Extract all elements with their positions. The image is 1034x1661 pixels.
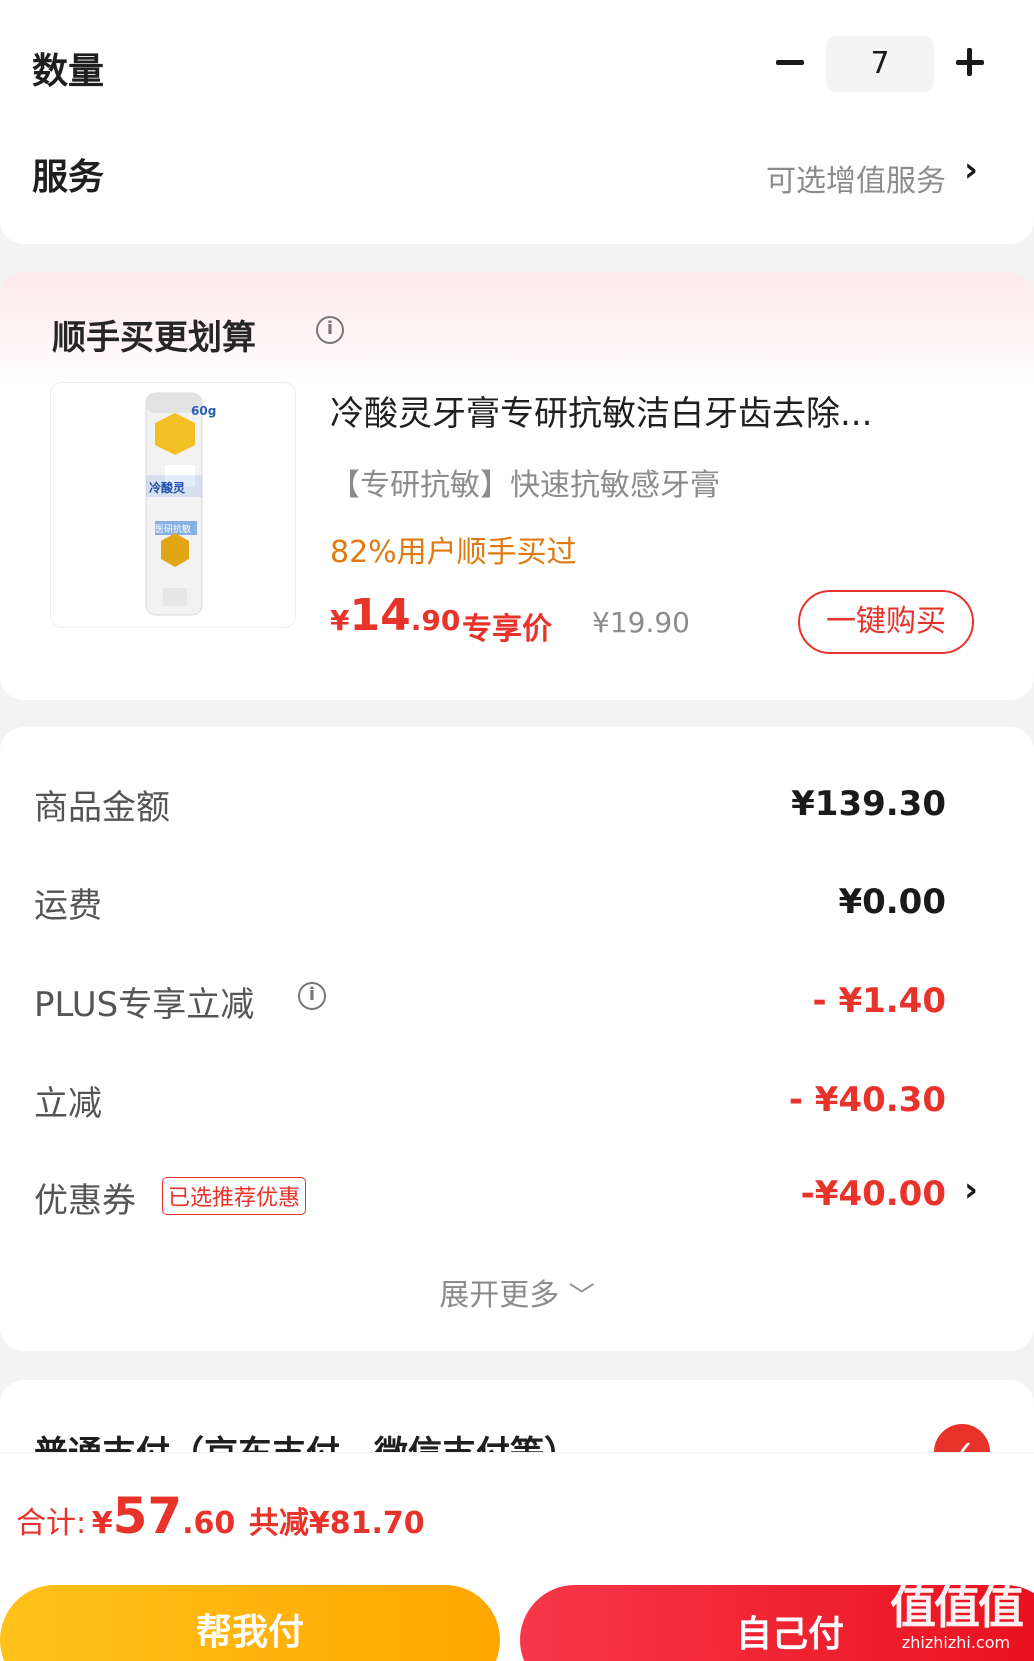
expand-more-label: 展开更多 [439, 1278, 560, 1313]
instant-discount-value: - ¥40.30 [788, 1080, 946, 1120]
service-label: 服务 [32, 157, 105, 198]
product-subtitle: 【专研抗敏】快速抗敏感牙膏 [330, 468, 720, 503]
info-icon[interactable]: i [316, 316, 344, 344]
watermark-logo: 值值值 [890, 1580, 1024, 1634]
checkout-bar: 合计: ¥57.60 共减¥81.70 帮我付 自己付 值值值 zhizhizh… [0, 1452, 1034, 1661]
product-name[interactable]: 冷酸灵牙膏专研抗敏洁白牙齿去除... [330, 386, 960, 435]
tube-capacity-text: 60g [191, 404, 216, 418]
goods-amount-label: 商品金额 [34, 788, 170, 828]
chevron-right-icon[interactable]: › [964, 150, 978, 190]
quantity-service-card: 数量 7 服务 可选增值服务 › [0, 0, 1034, 244]
coupon-tag: 已选推荐优惠 [162, 1177, 307, 1215]
watermark-url: zhizhizhi.com [901, 1633, 1011, 1652]
coupon-value[interactable]: -¥40.00 [801, 1174, 946, 1214]
price-decimal: .90 [410, 604, 461, 637]
coupon-label: 优惠券 [34, 1181, 136, 1221]
total-decimal: .60 [182, 1506, 236, 1541]
toothpaste-tube-illustration: 60g 冷酸灵 医研抗敏 [145, 392, 216, 616]
tube-line-text: 医研抗敏 [155, 523, 191, 535]
total-integer: 57 [112, 1487, 183, 1545]
price-symbol: ¥ [330, 604, 350, 637]
price-integer: 14 [349, 590, 411, 641]
plus-icon[interactable] [950, 42, 990, 82]
one-click-buy-button[interactable]: 一键购买 [798, 590, 974, 654]
shipping-value: ¥0.00 [838, 882, 946, 922]
watermark: 值值值 zhizhizhi.com [880, 1571, 1032, 1661]
addon-title: 顺手买更划算 [52, 318, 256, 358]
total-symbol: ¥ [91, 1506, 113, 1541]
minus-icon[interactable] [770, 42, 810, 82]
expand-more-button[interactable]: 展开更多 ﹀ [0, 1270, 1034, 1314]
total-saved: 共减¥81.70 [248, 1506, 425, 1541]
exclusive-price-tag: 专享价 [462, 612, 552, 647]
shipping-label: 运费 [34, 886, 102, 926]
plus-discount-label: PLUS专享立减 [34, 985, 255, 1025]
plus-discount-value: - ¥1.40 [812, 981, 947, 1021]
goods-amount-value: ¥139.30 [791, 784, 946, 824]
quantity-label: 数量 [32, 51, 105, 92]
product-image[interactable]: 60g 冷酸灵 医研抗敏 [50, 382, 296, 628]
instant-discount-label: 立减 [34, 1084, 102, 1124]
product-price: ¥14.90 [330, 590, 460, 641]
social-proof: 82%用户顺手买过 [330, 535, 577, 570]
original-price: ¥19.90 [592, 606, 690, 639]
chevron-right-icon[interactable]: › [964, 1170, 978, 1210]
total-amount: 合计: ¥57.60 共减¥81.70 [16, 1487, 425, 1545]
service-value[interactable]: 可选增值服务 [766, 156, 946, 200]
help-pay-button[interactable]: 帮我付 [0, 1585, 500, 1661]
tube-brand-text: 冷酸灵 [149, 480, 186, 495]
total-label: 合计: [16, 1506, 87, 1541]
info-icon[interactable]: i [298, 982, 326, 1010]
quantity-input[interactable]: 7 [826, 36, 934, 92]
chevron-down-icon: ﹀ [568, 1282, 595, 1312]
